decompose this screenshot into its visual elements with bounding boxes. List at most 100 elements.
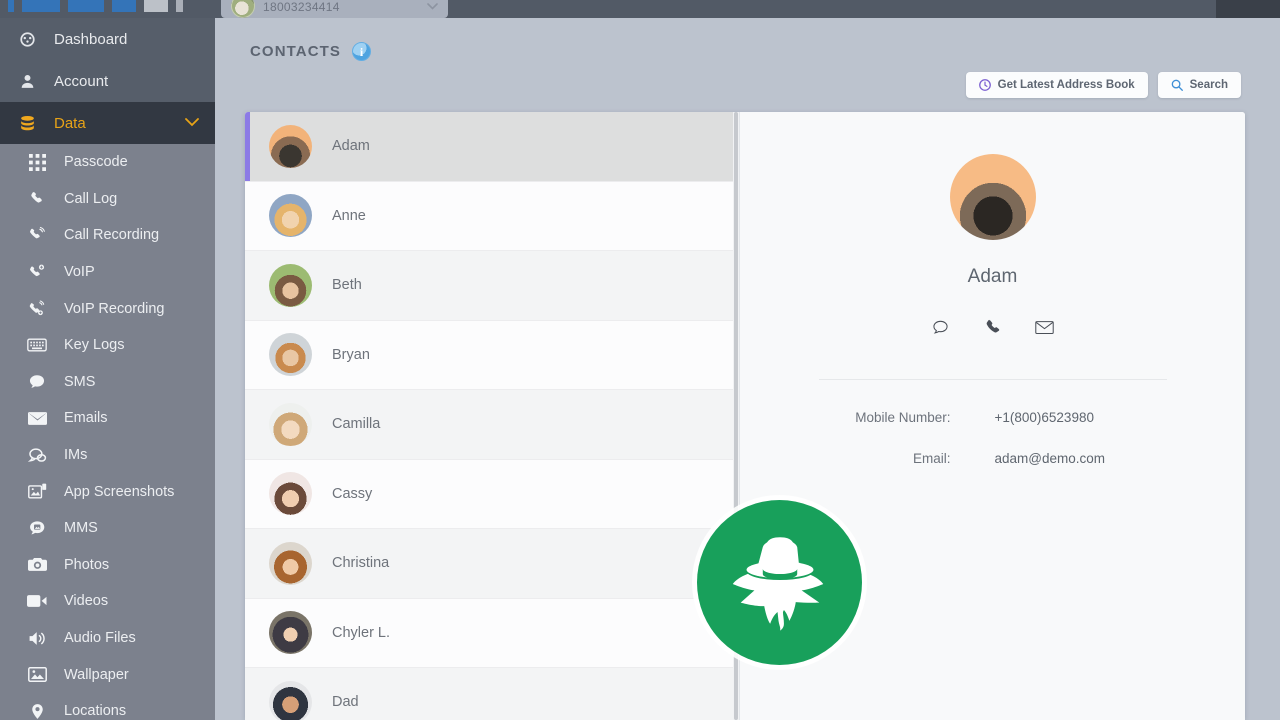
chevron-down-icon: [427, 2, 438, 13]
sidebar-item-label: Emails: [64, 410, 108, 426]
sidebar-primary-group: Dashboard Account Data: [0, 18, 215, 144]
field-row: Email: adam@demo.com: [803, 451, 1183, 466]
sidebar-item-photos[interactable]: Photos: [0, 547, 215, 584]
sidebar-item-label: Locations: [64, 703, 126, 719]
database-icon: [16, 114, 38, 133]
sidebar-item-label: Key Logs: [64, 337, 124, 353]
field-value: +1(800)6523980: [951, 410, 1094, 425]
message-icon[interactable]: [931, 317, 951, 337]
contact-list-item[interactable]: Camilla: [245, 390, 739, 460]
contact-name: Cassy: [332, 486, 372, 502]
contact-name: Christina: [332, 555, 389, 571]
sidebar-item-key-logs[interactable]: Key Logs: [0, 327, 215, 364]
contact-list-item[interactable]: Chyler L.: [245, 599, 739, 669]
voip-icon: [26, 263, 48, 281]
video-camera-icon: [26, 591, 48, 611]
sidebar-item-mms[interactable]: MMS: [0, 510, 215, 547]
contact-list-item[interactable]: Anne: [245, 182, 739, 252]
screenshot-icon: [26, 482, 48, 501]
chevron-down-icon: [185, 116, 199, 130]
contact-list-item[interactable]: Adam: [245, 112, 739, 182]
chat-bubbles-icon: [26, 446, 48, 465]
sidebar-item-dashboard[interactable]: Dashboard: [0, 18, 215, 60]
get-latest-address-book-button[interactable]: Get Latest Address Book: [966, 72, 1148, 98]
call-icon[interactable]: [983, 317, 1003, 337]
spy-hat-logo: [697, 500, 862, 665]
contact-list-item[interactable]: Bryan: [245, 321, 739, 391]
sidebar-item-label: Call Log: [64, 191, 117, 207]
device-number: 18003234414: [263, 0, 340, 14]
camera-icon: [26, 555, 48, 574]
sidebar-item-call-log[interactable]: Call Log: [0, 181, 215, 218]
sidebar-item-passcode[interactable]: Passcode: [0, 144, 215, 181]
sidebar-item-videos[interactable]: Videos: [0, 583, 215, 620]
page-header: CONTACTS i: [215, 18, 1280, 61]
sidebar-item-wallpaper[interactable]: Wallpaper: [0, 656, 215, 693]
toolbar: Get Latest Address Book Search: [215, 61, 1280, 98]
avatar: [269, 333, 312, 376]
contact-name: Chyler L.: [332, 625, 390, 641]
image-icon: [26, 665, 48, 684]
sidebar-item-voip-recording[interactable]: VoIP Recording: [0, 290, 215, 327]
avatar: [269, 125, 312, 168]
avatar: [269, 472, 312, 515]
sidebar-item-label: App Screenshots: [64, 484, 174, 500]
device-selector[interactable]: 18003234414: [221, 0, 448, 18]
contact-name: Camilla: [332, 416, 380, 432]
sidebar-item-ims[interactable]: IMs: [0, 437, 215, 474]
field-row: Mobile Number: +1(800)6523980: [803, 410, 1183, 425]
keyboard-icon: [26, 335, 48, 355]
sidebar-item-audio-files[interactable]: Audio Files: [0, 620, 215, 657]
sidebar-item-label: Passcode: [64, 154, 128, 170]
sidebar-item-label: SMS: [64, 374, 95, 390]
search-icon: [1171, 79, 1183, 91]
field-label: Mobile Number:: [803, 410, 951, 425]
contact-name: Adam: [332, 138, 370, 154]
sidebar-item-locations[interactable]: Locations: [0, 693, 215, 720]
sidebar-item-sms[interactable]: SMS: [0, 364, 215, 401]
sidebar-item-emails[interactable]: Emails: [0, 400, 215, 437]
contact-name: Anne: [332, 208, 366, 224]
brand-logo[interactable]: [8, 0, 183, 12]
phone-icon: [26, 190, 48, 207]
contact-actions: [931, 317, 1055, 337]
sidebar: Dashboard Account Data: [0, 18, 215, 720]
contact-photo: [950, 154, 1036, 240]
phone-recording-icon: [26, 226, 48, 244]
sidebar-item-voip[interactable]: VoIP: [0, 254, 215, 291]
speaker-icon: [26, 629, 48, 648]
sidebar-item-label: Audio Files: [64, 630, 136, 646]
field-label: Email:: [803, 451, 951, 466]
main-content: CONTACTS i Get Latest Address Book: [215, 18, 1280, 720]
sidebar-item-label: Data: [54, 115, 86, 132]
sidebar-item-call-recording[interactable]: Call Recording: [0, 217, 215, 254]
search-button[interactable]: Search: [1158, 72, 1241, 98]
contact-detail-name: Adam: [968, 266, 1018, 288]
top-bar: 18003234414: [0, 0, 1280, 18]
contacts-list[interactable]: Adam Anne Beth Bryan Camilla: [245, 112, 740, 720]
info-icon[interactable]: i: [352, 42, 371, 61]
field-value: adam@demo.com: [951, 451, 1106, 466]
email-icon[interactable]: [1035, 317, 1055, 337]
sidebar-item-data[interactable]: Data: [0, 102, 215, 144]
sidebar-item-label: IMs: [64, 447, 87, 463]
grid-icon: [26, 154, 48, 171]
contact-list-item[interactable]: Cassy: [245, 460, 739, 530]
contact-name: Dad: [332, 694, 359, 710]
contact-name: Bryan: [332, 347, 370, 363]
search-label: Search: [1190, 79, 1228, 91]
sync-icon: [979, 79, 991, 91]
envelope-icon: [26, 409, 48, 428]
sidebar-item-label: Call Recording: [64, 227, 159, 243]
contact-list-item[interactable]: Christina: [245, 529, 739, 599]
sidebar-item-label: Photos: [64, 557, 109, 573]
sidebar-item-app-screenshots[interactable]: App Screenshots: [0, 473, 215, 510]
contact-list-item[interactable]: Beth: [245, 251, 739, 321]
dashboard-icon: [16, 30, 38, 49]
app-root: 18003234414 Dashboard: [0, 0, 1280, 720]
sidebar-item-account[interactable]: Account: [0, 60, 215, 102]
get-latest-address-book-label: Get Latest Address Book: [998, 79, 1135, 91]
sidebar-item-label: Wallpaper: [64, 667, 129, 683]
contact-list-item[interactable]: Dad: [245, 668, 739, 720]
avatar: [269, 403, 312, 446]
